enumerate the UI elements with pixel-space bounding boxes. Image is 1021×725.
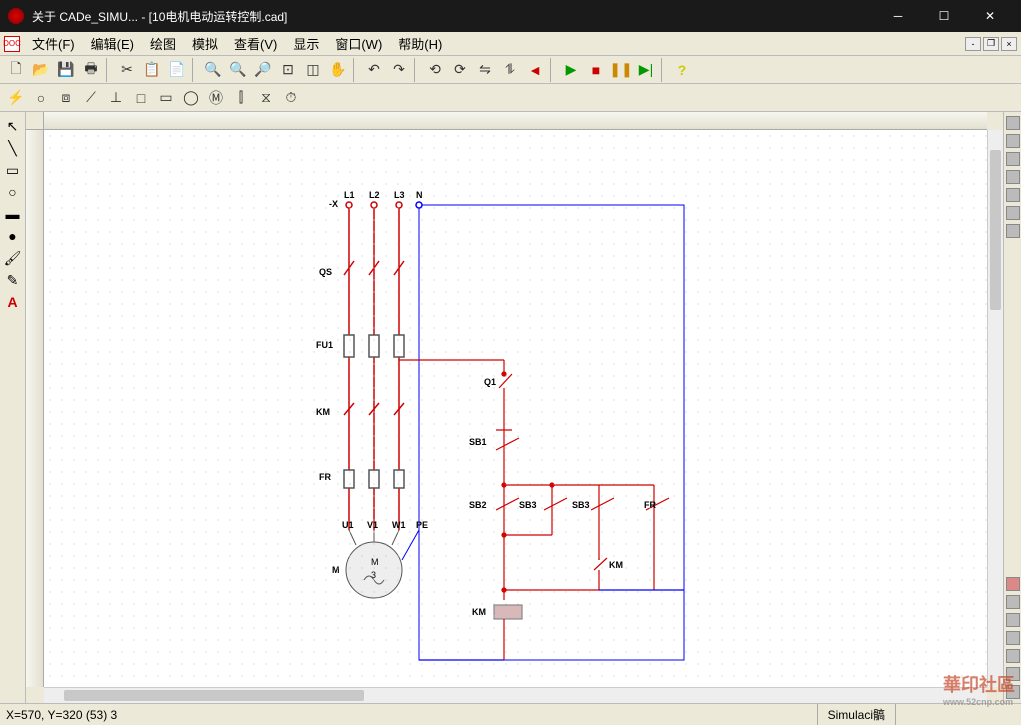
ruler-vertical	[26, 130, 44, 687]
fillrect-tool[interactable]: ▬	[3, 204, 23, 224]
comp-lamp-button[interactable]: ○	[29, 86, 53, 110]
status-simulation: Simulaci髇	[817, 704, 895, 725]
palette-btn-4[interactable]	[1006, 170, 1020, 184]
comp-contactor-button[interactable]: □	[129, 86, 153, 110]
canvas-area: M 3	[26, 112, 1003, 703]
palette-btn-6[interactable]	[1006, 206, 1020, 220]
toolbar-draw: ↖ ╲ ▭ ○ ▬ ● 🖌 ✎ A	[0, 112, 26, 703]
menu-display[interactable]: 显示	[285, 32, 327, 55]
brush-tool[interactable]: 🖌	[3, 248, 23, 268]
select-tool[interactable]: ↖	[3, 116, 23, 136]
window-title: 关于 CADe_SIMU... - [10电机电动运转控制.cad]	[32, 8, 875, 25]
step-button[interactable]: ▶|	[634, 58, 658, 82]
open-button[interactable]: 📂	[29, 58, 53, 82]
comp-switch-button[interactable]: ⟋	[79, 86, 103, 110]
rect-tool[interactable]: ▭	[3, 160, 23, 180]
comp-transformer-button[interactable]: ⧖	[254, 86, 278, 110]
palette-btn-7[interactable]	[1006, 224, 1020, 238]
palette-btn-3[interactable]	[1006, 152, 1020, 166]
zoom-out-button[interactable]: 🔍	[226, 58, 250, 82]
minimize-button[interactable]: ─	[875, 0, 921, 32]
menu-draw[interactable]: 绘图	[142, 32, 184, 55]
palette-btn-11[interactable]	[1006, 631, 1020, 645]
watermark: 華印社區 www.52cnp.com	[943, 671, 1015, 707]
comp-breaker-button[interactable]: ⫿	[229, 86, 253, 110]
zoom-page-button[interactable]: ◫	[301, 58, 325, 82]
menu-file[interactable]: 文件(F)	[24, 32, 83, 55]
palette-btn-9[interactable]	[1006, 595, 1020, 609]
menu-edit[interactable]: 编辑(E)	[83, 32, 142, 55]
ruler-corner	[26, 112, 44, 130]
palette-btn-1[interactable]	[1006, 116, 1020, 130]
copy-button[interactable]: 📋	[140, 58, 164, 82]
menu-help[interactable]: 帮助(H)	[390, 32, 450, 55]
scrollbar-vertical[interactable]	[987, 130, 1003, 687]
scrollbar-horizontal[interactable]	[44, 687, 987, 703]
flip-v-button[interactable]: ⥮	[498, 58, 522, 82]
stop-button[interactable]: ■	[584, 58, 608, 82]
comp-coil-button[interactable]: ◯	[179, 86, 203, 110]
workspace: ↖ ╲ ▭ ○ ▬ ● 🖌 ✎ A	[0, 112, 1021, 703]
comp-relay-button[interactable]: ▭	[154, 86, 178, 110]
undo-button[interactable]: ↶	[362, 58, 386, 82]
zoom-in-button[interactable]: 🔍	[201, 58, 225, 82]
paste-button[interactable]: 📄	[165, 58, 189, 82]
canvas[interactable]: M 3	[44, 130, 987, 687]
mdi-minimize-button[interactable]: -	[965, 37, 981, 51]
comp-fuse-button[interactable]: ⧈	[54, 86, 78, 110]
watermark-url: www.52cnp.com	[943, 697, 1015, 707]
palette-btn-2[interactable]	[1006, 134, 1020, 148]
pause-button[interactable]: ❚❚	[609, 58, 633, 82]
comp-motor-button[interactable]: Ⓜ	[204, 86, 228, 110]
zoom-fit-button[interactable]: ⊡	[276, 58, 300, 82]
palette-btn-5[interactable]	[1006, 188, 1020, 202]
redo-button[interactable]: ↷	[387, 58, 411, 82]
palette-btn-10[interactable]	[1006, 613, 1020, 627]
pencil-tool[interactable]: ✎	[3, 270, 23, 290]
text-tool[interactable]: A	[3, 292, 23, 312]
doc-icon: DOC	[4, 36, 20, 52]
rotate-right-button[interactable]: ⟳	[448, 58, 472, 82]
delete-button[interactable]: ◄	[523, 58, 547, 82]
toolbar-components: ⚡ ○ ⧈ ⟋ ⊥ □ ▭ ◯ Ⓜ ⫿ ⧖ ⏱	[0, 84, 1021, 112]
zoom-window-button[interactable]: 🔎	[251, 58, 275, 82]
fillcircle-tool[interactable]: ●	[3, 226, 23, 246]
palette-btn-12[interactable]	[1006, 649, 1020, 663]
watermark-text: 華印社區	[943, 675, 1015, 695]
comp-timer-button[interactable]: ⏱	[279, 86, 303, 110]
status-coordinates: X=570, Y=320 (53) 3	[6, 708, 117, 722]
new-button[interactable]: 🗋	[4, 58, 28, 82]
comp-capacitor-button[interactable]: ⊥	[104, 86, 128, 110]
toolbar-right	[1003, 112, 1021, 703]
help-button[interactable]: ?	[670, 58, 694, 82]
menubar: DOC 文件(F) 编辑(E) 绘图 模拟 查看(V) 显示 窗口(W) 帮助(…	[0, 32, 1021, 56]
cut-button[interactable]: ✂	[115, 58, 139, 82]
rotate-left-button[interactable]: ⟲	[423, 58, 447, 82]
status-blank	[895, 704, 1015, 725]
maximize-button[interactable]: ☐	[921, 0, 967, 32]
comp-power-button[interactable]: ⚡	[4, 86, 28, 110]
pan-button[interactable]: ✋	[326, 58, 350, 82]
titlebar: 关于 CADe_SIMU... - [10电机电动运转控制.cad] ─ ☐ ✕	[0, 0, 1021, 32]
close-button[interactable]: ✕	[967, 0, 1013, 32]
menu-view[interactable]: 查看(V)	[226, 32, 285, 55]
app-icon	[8, 8, 24, 24]
print-button[interactable]: 🖶	[79, 58, 103, 82]
ruler-horizontal	[44, 112, 987, 130]
menu-window[interactable]: 窗口(W)	[327, 32, 390, 55]
flip-h-button[interactable]: ⇋	[473, 58, 497, 82]
menu-simulate[interactable]: 模拟	[184, 32, 226, 55]
save-button[interactable]: 💾	[54, 58, 78, 82]
run-button[interactable]: ▶	[559, 58, 583, 82]
line-tool[interactable]: ╲	[3, 138, 23, 158]
dot-grid	[44, 130, 987, 687]
palette-btn-8[interactable]	[1006, 577, 1020, 591]
mdi-restore-button[interactable]: ❐	[983, 37, 999, 51]
toolbar-main: 🗋 📂 💾 🖶 ✂ 📋 📄 🔍 🔍 🔎 ⊡ ◫ ✋ ↶ ↷ ⟲ ⟳ ⇋ ⥮ ◄ …	[0, 56, 1021, 84]
circle-tool[interactable]: ○	[3, 182, 23, 202]
statusbar: X=570, Y=320 (53) 3 Simulaci髇	[0, 703, 1021, 725]
mdi-close-button[interactable]: ×	[1001, 37, 1017, 51]
